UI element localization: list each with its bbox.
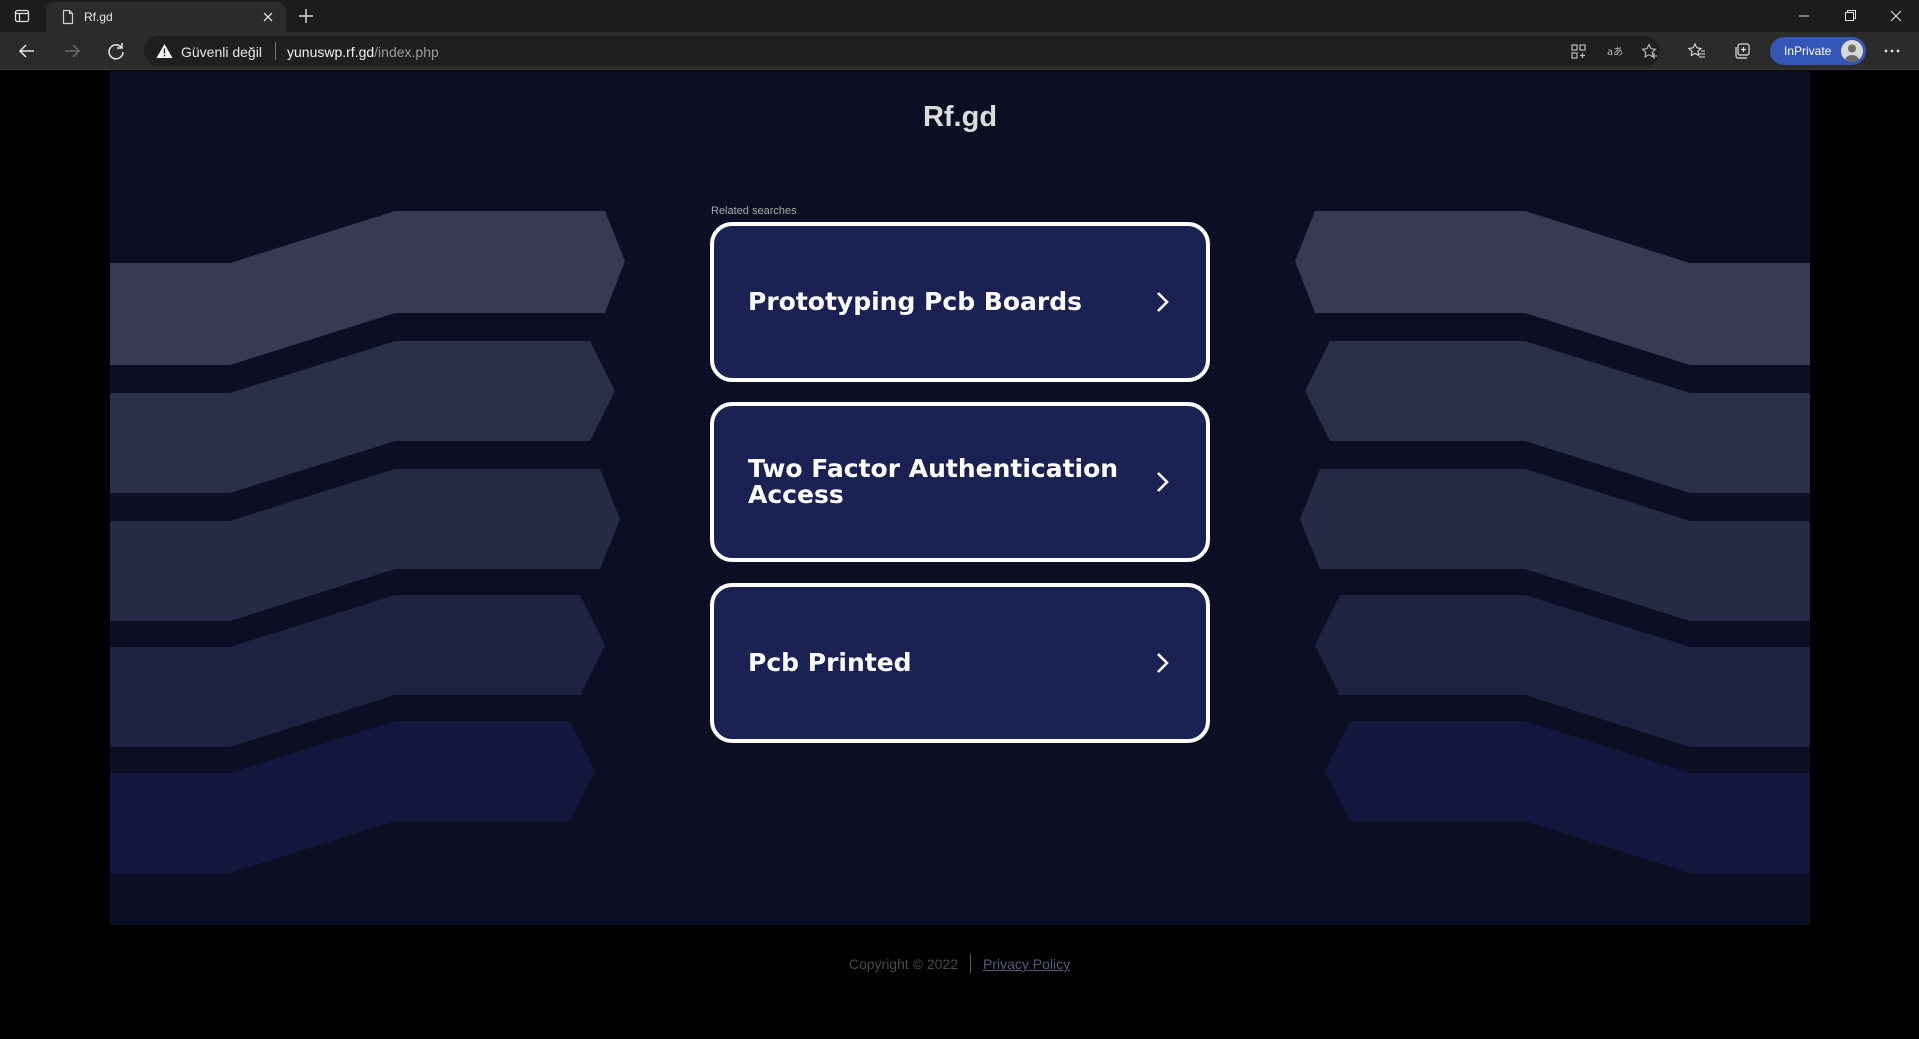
more-options-icon[interactable] [1880, 40, 1904, 62]
browser-toolbar: Güvenli değil yunuswp.rf.gd/index.php aあ… [0, 32, 1919, 70]
new-tab-icon[interactable] [296, 6, 316, 26]
restore-icon[interactable] [1827, 0, 1873, 32]
copyright-text: Copyright © 2022 [848, 956, 958, 972]
close-window-icon[interactable] [1873, 0, 1919, 32]
related-search-card[interactable]: Prototyping Pcb Boards [710, 222, 1210, 382]
related-search-card[interactable]: Two Factor Authentication Access [710, 402, 1210, 562]
chevron-right-icon [1150, 470, 1174, 494]
inprivate-label: InPrivate [1784, 44, 1832, 58]
hero-section: Rf.gd Related searches Prototyping Pcb B… [110, 71, 1810, 925]
card-label: Prototyping Pcb Boards [748, 287, 1083, 316]
app-available-icon[interactable] [1570, 43, 1587, 60]
active-tab[interactable]: Rf.gd [46, 2, 286, 32]
site-title: Rf.gd [922, 101, 998, 133]
svg-text:aあ: aあ [1607, 46, 1623, 58]
read-aloud-icon[interactable]: aあ [1606, 43, 1623, 60]
minimize-icon[interactable] [1781, 0, 1827, 32]
tab-actions-icon[interactable] [14, 8, 30, 24]
url-host: yunuswp.rf.gd [287, 44, 375, 60]
card-label: Pcb Printed [748, 648, 912, 677]
page-footer: Copyright © 2022 Privacy Policy [0, 954, 1919, 973]
back-icon[interactable] [13, 38, 41, 64]
security-status[interactable]: Güvenli değil [181, 44, 262, 60]
url-text[interactable]: yunuswp.rf.gd/index.php [287, 44, 439, 60]
close-tab-icon[interactable] [260, 9, 276, 25]
privacy-policy-link[interactable]: Privacy Policy [983, 956, 1070, 972]
add-favorite-icon[interactable] [1641, 43, 1658, 60]
forward-icon[interactable] [58, 38, 86, 64]
url-path: /index.php [374, 44, 439, 60]
footer-divider [970, 954, 971, 973]
related-searches-label: Related searches [711, 205, 797, 217]
page-icon [60, 9, 76, 25]
warning-icon[interactable] [156, 43, 173, 59]
chevron-right-icon [1150, 651, 1174, 675]
address-divider [275, 42, 276, 60]
chevron-right-icon [1150, 290, 1174, 314]
tab-strip: Rf.gd [0, 0, 1919, 32]
page-viewport: Rf.gd Related searches Prototyping Pcb B… [0, 71, 1919, 1039]
collections-icon[interactable] [1733, 42, 1751, 60]
inprivate-button[interactable]: InPrivate [1770, 37, 1866, 65]
related-search-card[interactable]: Pcb Printed [710, 583, 1210, 743]
address-bar[interactable]: Güvenli değil yunuswp.rf.gd/index.php aあ [144, 36, 1660, 66]
profile-avatar-icon [1841, 40, 1863, 62]
reload-icon[interactable] [102, 38, 130, 64]
favorites-icon[interactable] [1687, 42, 1706, 60]
tab-title: Rf.gd [84, 10, 113, 24]
card-label: Two Factor Authentication Access [748, 454, 1119, 509]
